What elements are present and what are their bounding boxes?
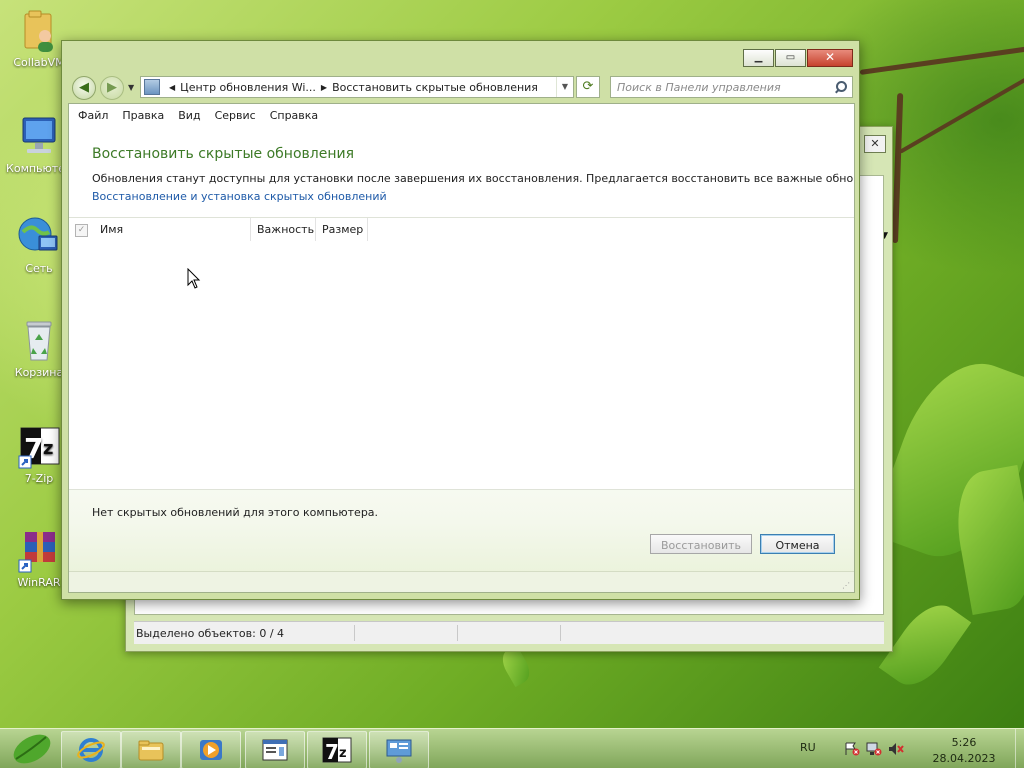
help-link[interactable]: Восстановление и установка скрытых обнов… (92, 190, 387, 203)
folder-icon (138, 740, 164, 761)
column-header-size[interactable]: Размер (316, 218, 368, 242)
taskbar-7zip[interactable]: 7 z (307, 731, 367, 768)
menu-help[interactable]: Справка (263, 109, 325, 122)
column-header-name[interactable]: Имя (94, 218, 251, 242)
7zip-icon: 7 z (322, 737, 352, 763)
clock-date[interactable]: 28.04.2023 (924, 752, 1004, 765)
control-panel-icon (386, 739, 412, 763)
svg-text:7: 7 (325, 740, 339, 763)
menu-tools[interactable]: Сервис (208, 109, 263, 122)
empty-list-note: Нет скрытых обновлений для этого компьют… (92, 506, 379, 519)
clock-time[interactable]: 5:26 (924, 736, 1004, 749)
recycle-bin-icon (15, 318, 63, 364)
address-bar[interactable]: ◀ Центр обновления Wi... ▶ Восстановить … (140, 76, 574, 98)
maximize-button[interactable]: ▭ (775, 49, 806, 67)
breadcrumb-current-page[interactable]: Восстановить скрытые обновления (332, 81, 538, 94)
svg-text:z: z (339, 746, 347, 761)
network-icon (15, 214, 63, 260)
menu-bar: Файл Правка Вид Сервис Справка (69, 104, 854, 126)
selection-count-text: Выделено объектов: 0 / 4 (136, 626, 285, 640)
restore-hidden-updates-window[interactable]: ▁ ▭ ✕ ◀ ▶ ▼ ◀ Центр обновления Wi... ▶ В… (61, 40, 860, 600)
wallpaper-branch (892, 92, 904, 244)
recent-pages-dropdown[interactable]: ▼ (128, 83, 134, 92)
wallpaper-branch (859, 43, 1024, 75)
menu-view[interactable]: Вид (171, 109, 207, 122)
updates-list-header: ✓ Имя Важность Размер (69, 217, 854, 243)
window-status-bar: ⋰ (69, 571, 854, 592)
window-app-icon (262, 739, 288, 761)
menu-file[interactable]: Файл (71, 109, 115, 122)
forward-button[interactable]: ▶ (100, 76, 124, 100)
minimize-button[interactable]: ▁ (743, 49, 774, 67)
restore-button[interactable]: Восстановить (650, 534, 752, 554)
start-button[interactable] (6, 731, 58, 767)
navigation-bar: ◀ ▶ ▼ ◀ Центр обновления Wi... ▶ Восстан… (70, 75, 853, 101)
status-divider (560, 625, 663, 641)
breadcrumb-separator-icon: ◀ (169, 82, 176, 92)
volume-muted-icon[interactable] (888, 742, 904, 756)
main-pane: Восстановить скрытые обновления Обновлен… (69, 126, 854, 592)
breadcrumb-windows-update[interactable]: Центр обновления Wi... (180, 81, 316, 94)
column-header-importance[interactable]: Важность (251, 218, 316, 242)
7zip-icon: 7 z (15, 424, 63, 470)
taskbar: 7 z RU 5:26 28.04.2023 (0, 728, 1024, 768)
user-folder-icon (15, 8, 63, 54)
svg-text:z: z (43, 438, 53, 459)
search-placeholder: Поиск в Панели управления (617, 80, 781, 94)
status-divider (354, 625, 457, 641)
resize-grip-icon[interactable]: ⋰ (842, 581, 850, 590)
status-divider (457, 625, 560, 641)
background-window-close-icon[interactable]: ✕ (864, 135, 886, 153)
language-indicator[interactable]: RU (800, 741, 816, 754)
taskbar-media-player[interactable] (181, 731, 241, 768)
search-icon[interactable] (834, 80, 848, 94)
background-window-status-bar: Выделено объектов: 0 / 4 (134, 621, 884, 644)
cancel-button[interactable]: Отмена (760, 534, 835, 554)
winrar-icon (15, 528, 63, 574)
computer-icon (15, 114, 63, 160)
select-all-checkbox[interactable]: ✓ (75, 224, 88, 237)
wallpaper-branch (899, 75, 1024, 154)
close-button[interactable]: ✕ (807, 49, 853, 67)
network-status-icon[interactable] (866, 742, 882, 756)
taskbar-app-window[interactable] (245, 731, 305, 768)
window-controls: ▁ ▭ ✕ (742, 49, 853, 67)
back-button[interactable]: ◀ (72, 76, 96, 100)
taskbar-file-explorer[interactable] (121, 731, 181, 768)
control-panel-icon (144, 79, 160, 95)
page-description: Обновления станут доступны для установки… (92, 172, 855, 185)
menu-edit[interactable]: Правка (115, 109, 171, 122)
page-title: Восстановить скрытые обновления (92, 146, 354, 162)
refresh-button[interactable]: ⟳ (576, 76, 600, 98)
breadcrumb-separator-icon[interactable]: ▶ (321, 83, 327, 92)
media-player-icon (200, 740, 222, 760)
show-desktop-button[interactable] (1015, 729, 1024, 768)
taskbar-internet-explorer[interactable] (61, 731, 121, 768)
ie-icon (77, 738, 105, 762)
action-center-icon[interactable] (844, 742, 860, 756)
system-tray: RU 5:26 28.04.2023 (794, 729, 1024, 768)
taskbar-control-panel[interactable] (369, 731, 429, 768)
content-area: Файл Правка Вид Сервис Справка Восстанов… (68, 103, 855, 593)
search-input[interactable]: Поиск в Панели управления (610, 76, 853, 98)
address-dropdown-icon[interactable]: ▼ (555, 77, 573, 97)
